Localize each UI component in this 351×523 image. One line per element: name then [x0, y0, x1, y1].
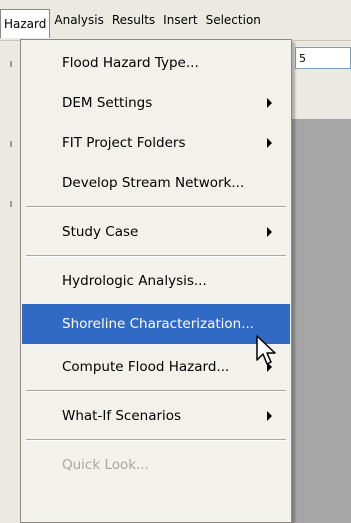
- menu-results[interactable]: Results: [108, 7, 159, 33]
- menu-item-label: Quick Look...: [62, 457, 149, 473]
- menu-item-label: Hydrologic Analysis...: [62, 273, 207, 289]
- menu-item-dem-settings[interactable]: DEM Settings: [22, 83, 290, 123]
- menu-item-flood-hazard-type[interactable]: Flood Hazard Type...: [22, 43, 290, 83]
- toolbar-grip: [10, 141, 12, 147]
- menu-item-label: DEM Settings: [62, 95, 153, 111]
- menu-item-quick-look: Quick Look...: [22, 445, 290, 485]
- menu-item-shoreline-characterization[interactable]: Shoreline Characterization...: [22, 304, 290, 344]
- menu-item-study-case[interactable]: Study Case: [22, 212, 290, 252]
- menu-item-label: What-If Scenarios: [62, 408, 182, 424]
- submenu-arrow-icon: [267, 98, 272, 108]
- menu-item-fit-project-folders[interactable]: FIT Project Folders: [22, 123, 290, 163]
- mouse-cursor-icon: [256, 335, 276, 365]
- menu-separator: [26, 255, 286, 257]
- menu-hazard[interactable]: Hazard: [0, 8, 51, 38]
- submenu-arrow-icon: [267, 411, 272, 421]
- menu-selection[interactable]: Selection: [202, 7, 265, 33]
- hazard-dropdown-menu: Flood Hazard Type... DEM Settings FIT Pr…: [20, 39, 292, 523]
- toolbar-grip: [10, 201, 12, 207]
- menu-item-what-if-scenarios[interactable]: What-If Scenarios: [22, 396, 290, 436]
- menu-bar: Hazard Analysis Results Insert Selection: [0, 0, 351, 41]
- submenu-arrow-icon: [267, 227, 272, 237]
- background-window-edge: [0, 41, 20, 523]
- menu-insert[interactable]: Insert: [159, 7, 201, 33]
- menu-item-label: Study Case: [62, 224, 139, 240]
- menu-item-label: Develop Stream Network...: [62, 175, 245, 191]
- toolbar-grip: [10, 61, 12, 67]
- menu-separator: [26, 390, 286, 392]
- menu-item-label: Flood Hazard Type...: [62, 55, 199, 71]
- menu-item-develop-stream-network[interactable]: Develop Stream Network...: [22, 163, 290, 203]
- menu-separator: [26, 439, 286, 441]
- menu-analysis[interactable]: Analysis: [50, 7, 107, 33]
- background-combo-field[interactable]: 5: [295, 47, 351, 69]
- menu-item-label: Compute Flood Hazard...: [62, 359, 230, 375]
- menu-separator: [26, 206, 286, 208]
- submenu-arrow-icon: [267, 138, 272, 148]
- menu-item-label: Shoreline Characterization...: [62, 316, 255, 332]
- menu-item-compute-flood-hazard[interactable]: Compute Flood Hazard...: [22, 347, 290, 387]
- menu-item-hydrologic-analysis[interactable]: Hydrologic Analysis...: [22, 261, 290, 301]
- menu-item-label: FIT Project Folders: [62, 135, 186, 151]
